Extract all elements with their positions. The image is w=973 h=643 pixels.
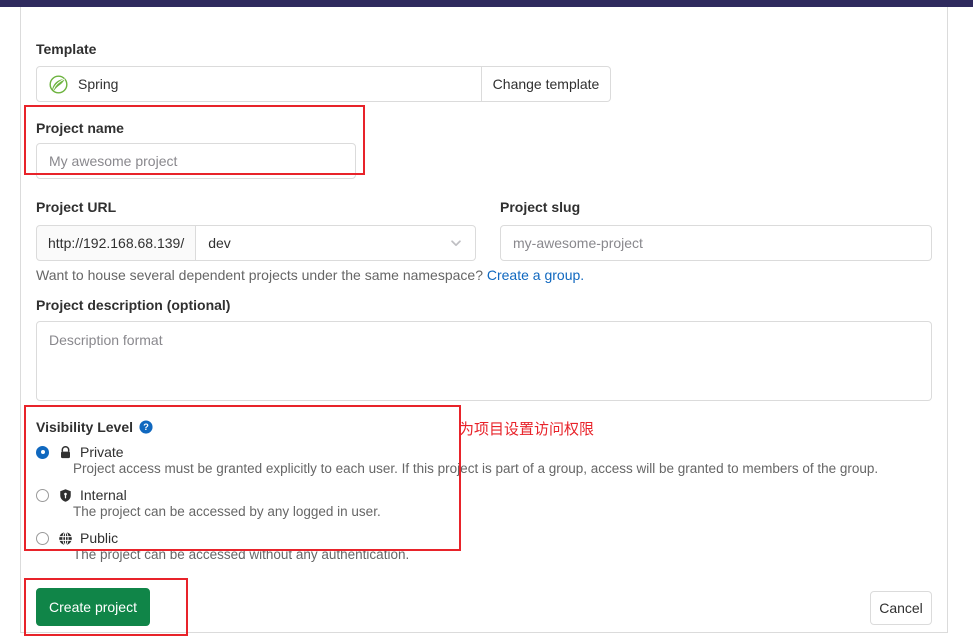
visibility-option-private-name: Private — [80, 444, 124, 460]
namespace-select-value: dev — [208, 235, 231, 251]
project-url-group: http://192.168.68.139/ dev — [36, 225, 476, 261]
content-frame-bottom-border — [20, 632, 948, 633]
template-selected-box: Spring — [36, 66, 482, 102]
svg-text:?: ? — [143, 422, 149, 432]
template-name: Spring — [78, 76, 119, 92]
globe-icon — [58, 531, 73, 546]
visibility-option-private-head: Private — [36, 444, 456, 460]
project-slug-input[interactable] — [500, 225, 932, 261]
annotation-text-visibility: 为项目设置访问权限 — [459, 420, 595, 438]
template-row: Spring Change template — [36, 66, 611, 102]
create-project-button[interactable]: Create project — [36, 588, 150, 626]
change-template-button[interactable]: Change template — [482, 66, 611, 102]
namespace-select[interactable]: dev — [196, 225, 476, 261]
project-slug-label: Project slug — [500, 199, 581, 215]
new-project-form: Template Spring Change template Project … — [21, 7, 947, 636]
visibility-option-public-head: Public — [36, 530, 456, 546]
create-a-group-link[interactable]: Create a group. — [487, 267, 584, 283]
visibility-level-header: Visibility Level ? — [36, 420, 153, 434]
template-label: Template — [36, 41, 97, 57]
namespace-hint-text: Want to house several dependent projects… — [36, 267, 483, 283]
visibility-level-label: Visibility Level — [36, 419, 134, 435]
visibility-option-private[interactable]: Private Project access must be granted e… — [36, 444, 879, 476]
radio-private[interactable] — [36, 445, 49, 459]
content-frame-right-border — [947, 7, 948, 633]
namespace-hint: Want to house several dependent projects… — [36, 267, 584, 283]
cancel-button[interactable]: Cancel — [870, 591, 932, 625]
project-name-label: Project name — [36, 120, 124, 136]
visibility-options-list: Private Project access must be granted e… — [36, 444, 879, 573]
top-app-bar — [0, 0, 973, 7]
visibility-option-public-name: Public — [80, 530, 119, 546]
project-url-prefix: http://192.168.68.139/ — [36, 225, 197, 261]
visibility-option-internal-name: Internal — [80, 487, 127, 503]
visibility-option-private-description: Project access must be granted explicitl… — [73, 461, 879, 476]
help-circle-icon[interactable]: ? — [139, 420, 153, 434]
radio-internal[interactable] — [36, 488, 49, 502]
visibility-option-internal-description: The project can be accessed by any logge… — [73, 504, 381, 519]
project-description-label: Project description (optional) — [36, 297, 231, 313]
radio-public[interactable] — [36, 531, 49, 545]
visibility-option-public-description: The project can be accessed without any … — [73, 547, 410, 562]
project-url-label: Project URL — [36, 199, 117, 215]
lock-icon — [58, 445, 73, 460]
shield-icon — [58, 488, 73, 503]
project-name-input[interactable] — [36, 143, 356, 179]
visibility-option-internal[interactable]: Internal The project can be accessed by … — [36, 487, 456, 519]
spring-leaf-icon — [49, 74, 68, 94]
chevron-down-icon — [449, 236, 463, 250]
visibility-option-public[interactable]: Public The project can be accessed witho… — [36, 530, 456, 562]
project-description-textarea[interactable] — [36, 321, 932, 401]
visibility-option-internal-head: Internal — [36, 487, 456, 503]
